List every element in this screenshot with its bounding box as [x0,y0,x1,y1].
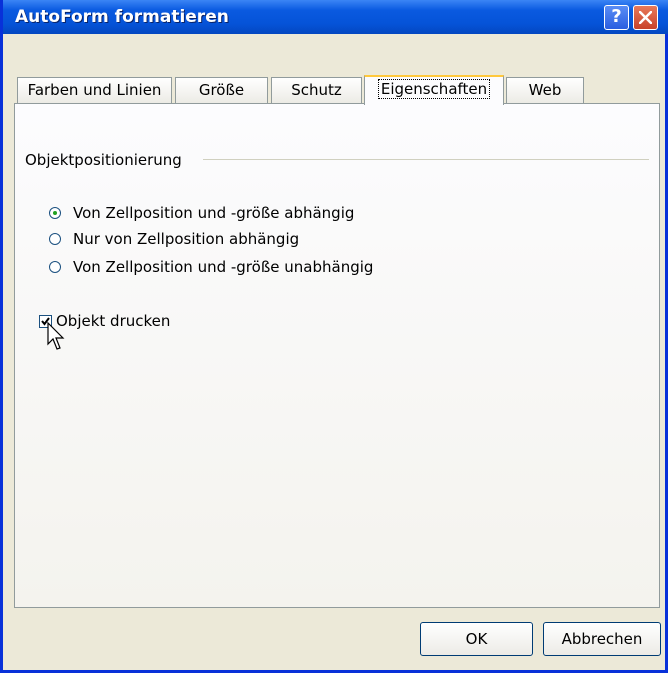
close-button[interactable] [633,5,658,30]
radio-label: Von Zellposition und -größe unabhängig [73,258,374,276]
cancel-button[interactable]: Abbrechen [543,622,661,656]
radio-button[interactable] [49,207,61,219]
print-object-label: Objekt drucken [56,312,171,330]
tab-groesse[interactable]: Größe [175,77,268,103]
group-title: Objektpositionierung [25,151,182,169]
radio-label: Von Zellposition und -größe abhängig [73,204,355,222]
window-title: AutoForm formatieren [15,7,229,27]
title-bar[interactable]: AutoForm formatieren ? [3,0,668,34]
ok-button[interactable]: OK [420,622,533,656]
close-icon [639,11,652,24]
radio-button[interactable] [49,233,61,245]
tab-schutz[interactable]: Schutz [271,77,362,103]
mouse-cursor-icon [47,322,65,350]
tab-panel [14,103,660,608]
tab-farben-und-linien[interactable]: Farben und Linien [17,77,172,103]
tab-eigenschaften[interactable]: Eigenschaften [364,75,504,105]
dialog-window: AutoForm formatieren ? Farben und Linien… [0,0,668,673]
help-button[interactable]: ? [604,5,629,30]
radio-label: Nur von Zellposition abhängig [73,230,300,248]
group-divider [203,159,649,160]
tab-web[interactable]: Web [506,77,584,103]
radio-button[interactable] [49,261,61,273]
